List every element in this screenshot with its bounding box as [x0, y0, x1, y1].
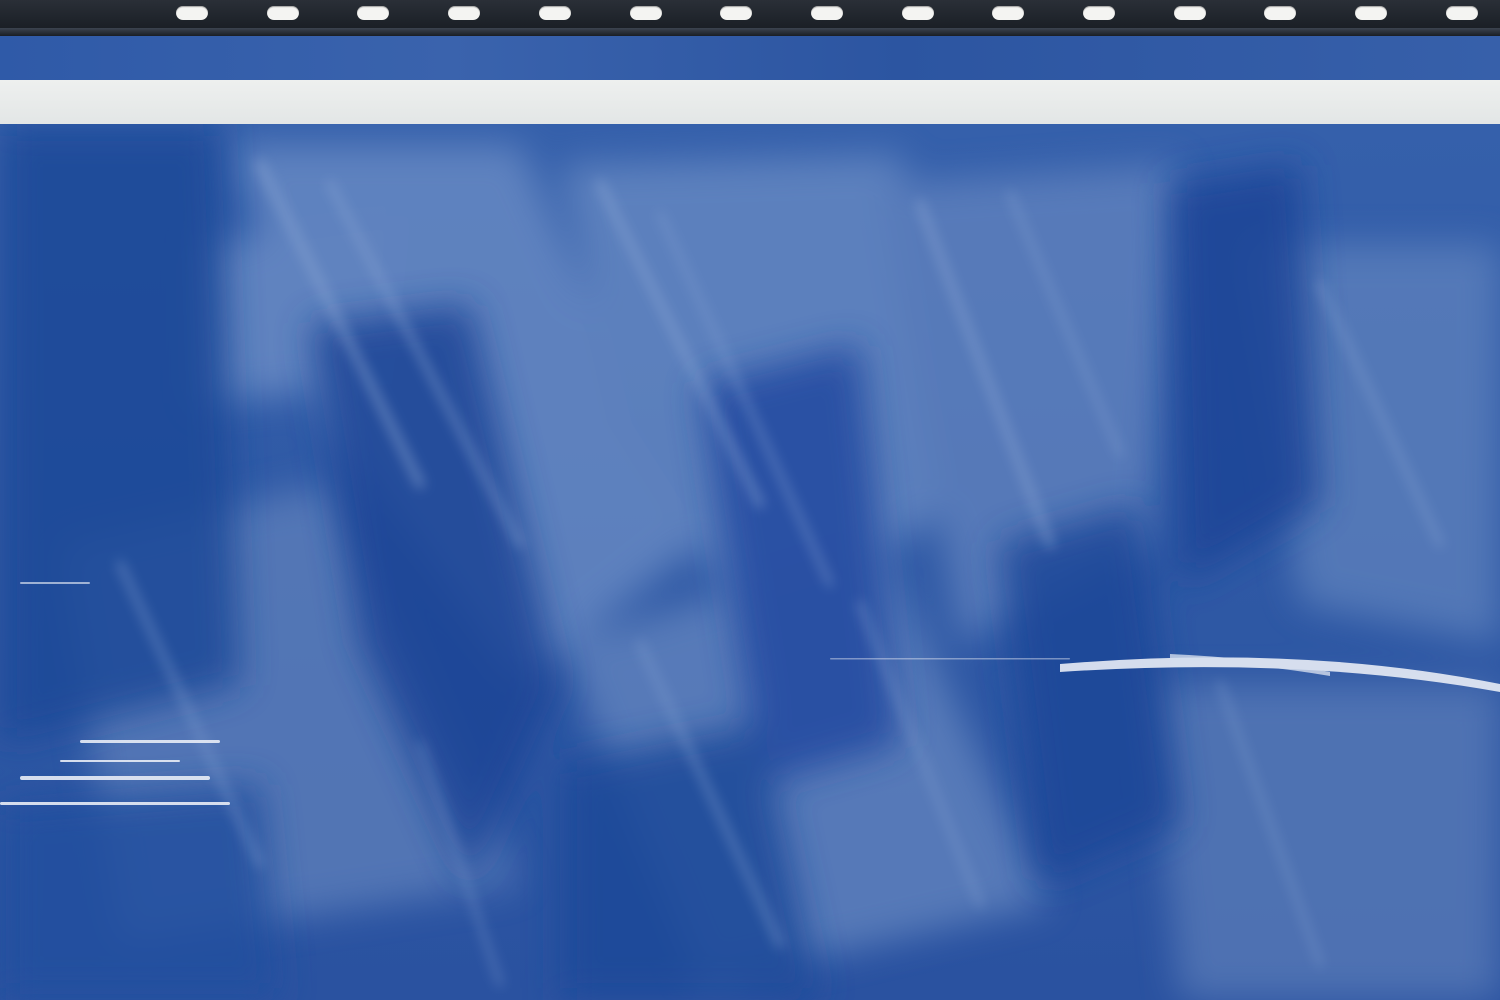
rail-slot	[992, 6, 1024, 20]
rail-slot	[448, 6, 480, 20]
rail-slot	[267, 6, 299, 20]
white-stripe	[0, 80, 1500, 124]
rail-slot	[902, 6, 934, 20]
rail-slot	[539, 6, 571, 20]
rail-slot	[720, 6, 752, 20]
rail-slot	[1355, 6, 1387, 20]
rail-slot	[630, 6, 662, 20]
blue-painted-surface-photo	[0, 0, 1500, 1000]
rail-slot	[1174, 6, 1206, 20]
rail-slot	[357, 6, 389, 20]
upper-blue-band	[0, 36, 1500, 80]
top-metal-rail	[0, 0, 1500, 36]
rail-slot	[1446, 6, 1478, 20]
brushstroke-panel	[0, 124, 1500, 1000]
rail-slot	[1083, 6, 1115, 20]
brushstroke-texture	[0, 124, 1500, 1000]
rail-slot	[811, 6, 843, 20]
rail-lip	[0, 28, 1500, 36]
rail-slot	[1264, 6, 1296, 20]
rail-slot	[176, 6, 208, 20]
